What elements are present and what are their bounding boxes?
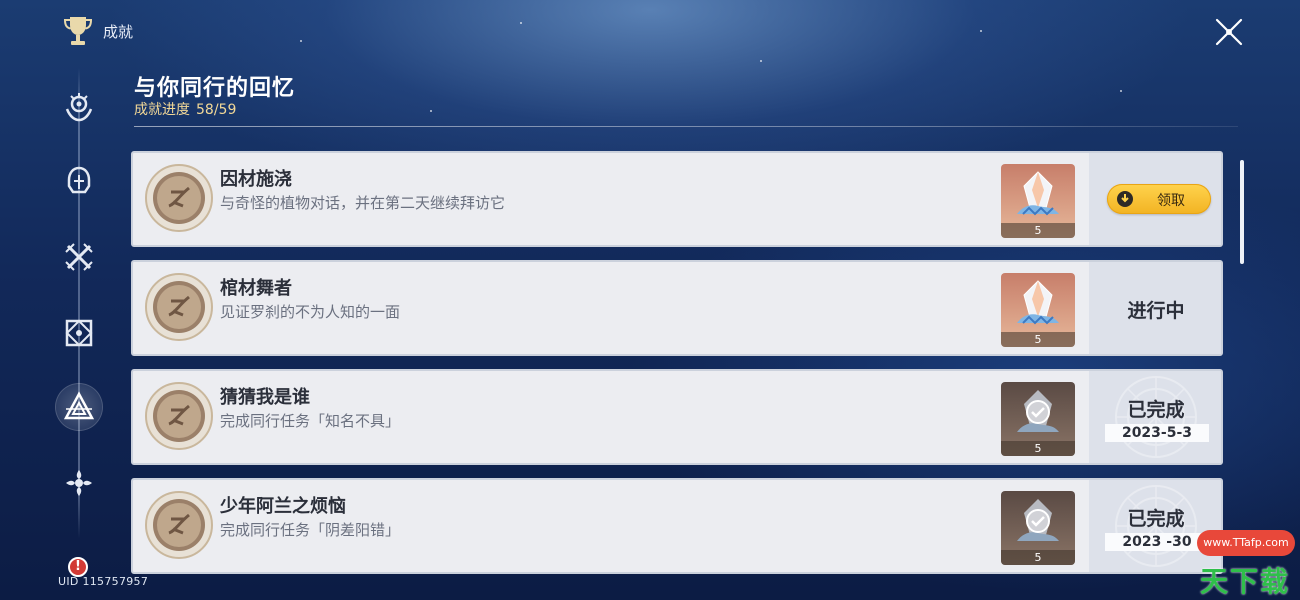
sidebar-item-combat[interactable] <box>56 158 102 204</box>
watermark-url: www.TTafp.com <box>1197 530 1295 556</box>
claim-button-label: 领取 <box>1157 193 1185 209</box>
sidebar-item-domain[interactable] <box>56 460 102 506</box>
uid-label: UID 115757957 <box>58 575 149 588</box>
reward-quantity: 5 <box>1001 332 1075 347</box>
status-label: 已完成 <box>1127 399 1185 421</box>
achievement-medal-icon <box>145 491 213 559</box>
achievement-desc: 完成同行任务「阴差阳错」 <box>220 521 401 539</box>
progress-value: 58/59 <box>196 102 237 118</box>
claim-download-icon <box>1117 191 1133 207</box>
reward-quantity: 5 <box>1001 550 1075 565</box>
crossed-swords-icon <box>65 243 93 271</box>
achievement-name: 少年阿兰之烦恼 <box>220 496 346 517</box>
stellar-jade-icon <box>1017 499 1059 541</box>
reward-quantity: 5 <box>1001 441 1075 456</box>
sidebar-item-memories[interactable] <box>56 384 102 430</box>
achievement-desc: 与奇怪的植物对话，并在第二天继续拜访它 <box>220 194 506 212</box>
reward-item[interactable]: 5 <box>1001 164 1075 238</box>
status-label: 已完成 <box>1127 508 1185 530</box>
wonders-of-the-world-icon <box>65 93 93 122</box>
trophy-icon <box>63 17 93 45</box>
category-title: 与你同行的回忆 <box>134 76 296 101</box>
sidebar-item-battle[interactable] <box>56 234 102 280</box>
watermark-brand: 天下载 <box>1200 565 1291 598</box>
status-panel: 进行中 <box>1089 262 1221 354</box>
achievement-card[interactable]: 少年阿兰之烦恼 完成同行任务「阴差阳错」 5 已完成 2023 -30 <box>131 478 1223 574</box>
achievement-card[interactable]: 猜猜我是谁 完成同行任务「知名不具」 5 已完成 2023-5-3 <box>131 369 1223 465</box>
achievement-name: 猜猜我是谁 <box>220 387 310 408</box>
achievement-desc: 见证罗刹的不为人知的一面 <box>220 303 401 321</box>
close-icon[interactable] <box>1213 16 1245 48</box>
achievement-medal-icon <box>145 164 213 232</box>
completion-date: 2023-5-3 <box>1105 424 1209 442</box>
geometric-emblem-icon <box>65 319 93 347</box>
reward-quantity: 5 <box>1001 223 1075 238</box>
claim-button[interactable]: 领取 <box>1107 184 1211 214</box>
sidebar-item-wonders[interactable] <box>56 85 102 131</box>
progress-label: 成就进度 <box>134 102 190 118</box>
triangle-emblem-icon <box>63 391 95 420</box>
header-divider <box>134 126 1238 127</box>
status-label: 进行中 <box>1127 300 1185 322</box>
status-panel: 已完成 2023-5-3 <box>1089 371 1221 463</box>
achievement-medal-icon <box>145 273 213 341</box>
achievement-progress: 成就进度 58/59 <box>134 99 236 119</box>
achievement-card[interactable]: 因材施浇 与奇怪的植物对话，并在第二天继续拜访它 5 领取 <box>131 151 1223 247</box>
knight-helmet-icon <box>67 166 91 194</box>
status-panel: 已完成 2023 -30 <box>1089 480 1221 572</box>
achievement-name: 棺材舞者 <box>220 278 292 299</box>
page-title: 成就 <box>103 23 134 41</box>
stellar-jade-icon <box>1017 171 1059 216</box>
flower-emblem-icon <box>66 470 92 496</box>
reward-item[interactable]: 5 <box>1001 273 1075 347</box>
stellar-jade-icon <box>1017 390 1059 432</box>
sidebar-item-exploration[interactable] <box>56 310 102 356</box>
achievement-desc: 完成同行任务「知名不具」 <box>220 412 401 430</box>
achievement-card[interactable]: 棺材舞者 见证罗刹的不为人知的一面 5 进行中 <box>131 260 1223 356</box>
reward-item-claimed[interactable]: 5 <box>1001 491 1075 565</box>
status-panel: 领取 <box>1089 153 1221 245</box>
reward-item-claimed[interactable]: 5 <box>1001 382 1075 456</box>
achievement-medal-icon <box>145 382 213 450</box>
list-scrollbar[interactable] <box>1240 160 1244 264</box>
completion-date: 2023 -30 <box>1105 533 1209 551</box>
stellar-jade-icon <box>1017 280 1059 325</box>
achievement-name: 因材施浇 <box>220 169 292 190</box>
alert-badge[interactable]: ! <box>68 557 88 577</box>
